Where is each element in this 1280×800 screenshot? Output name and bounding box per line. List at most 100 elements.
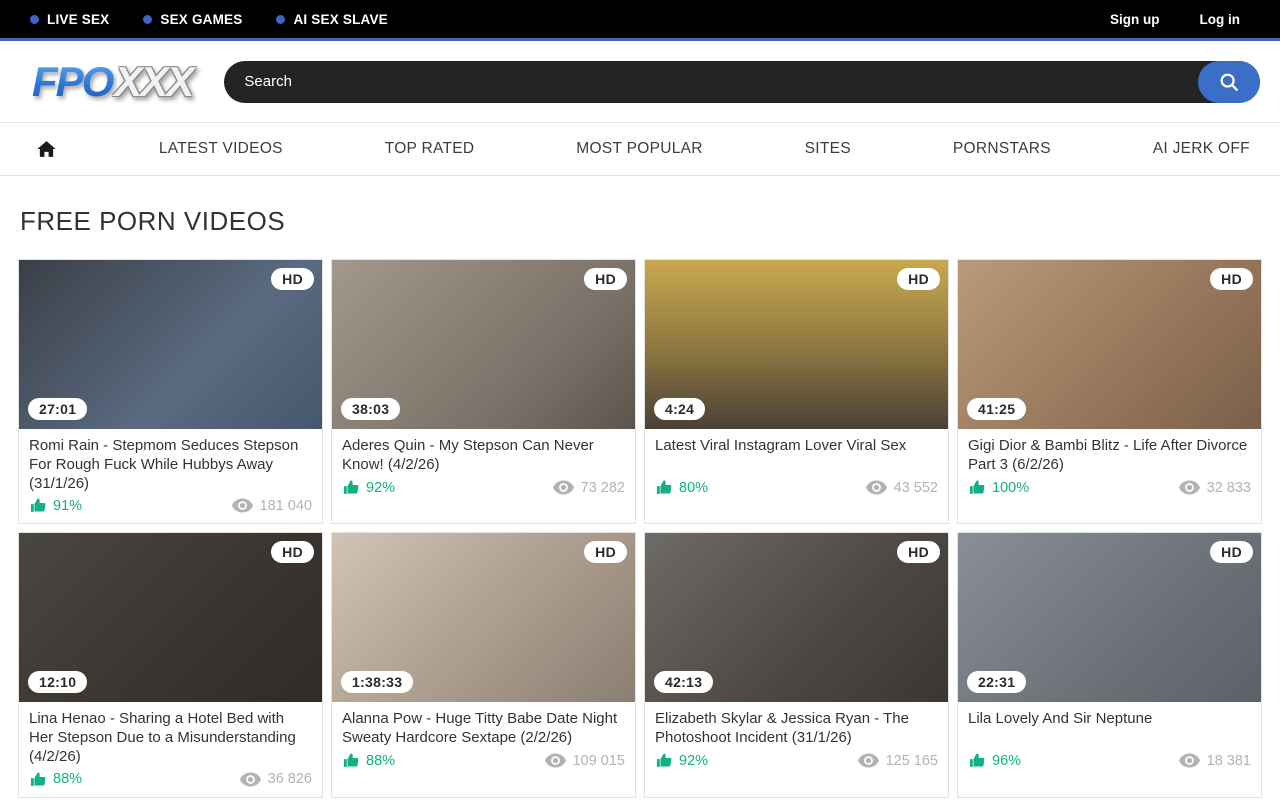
nav-item-most-popular[interactable]: MOST POPULAR [576,140,702,158]
hd-badge: HD [1210,268,1253,290]
hd-badge: HD [271,268,314,290]
like-percentage: 88% [366,753,395,769]
video-thumbnail[interactable]: HD 42:13 [645,533,948,702]
video-card[interactable]: HD 27:01 Romi Rain - Stepmom Seduces Ste… [18,259,323,524]
nav-item-latest-videos[interactable]: LATEST VIDEOS [159,140,283,158]
view-count-value: 36 826 [268,771,312,787]
logo-text-fpo: FPO [32,58,114,106]
nav-item-top-rated[interactable]: TOP RATED [385,140,475,158]
eye-icon [1179,753,1200,768]
view-count: 181 040 [232,498,312,514]
video-card[interactable]: HD 22:31 Lila Lovely And Sir Neptune 96%… [957,532,1262,797]
eye-icon [866,480,887,495]
topbar-link-live-sex[interactable]: LIVE SEX [30,12,109,27]
like-percentage: 96% [992,753,1021,769]
search-input[interactable] [224,61,1260,103]
video-thumbnail[interactable]: HD 38:03 [332,260,635,429]
video-card[interactable]: HD 12:10 Lina Henao - Sharing a Hotel Be… [18,532,323,797]
duration-badge: 12:10 [28,671,87,693]
video-info: Lila Lovely And Sir Neptune 96% 18 381 [958,702,1261,778]
like-percentage: 91% [53,498,82,514]
view-count: 125 165 [858,753,938,769]
topbar-link-label: LIVE SEX [47,12,109,27]
video-info: Alanna Pow - Huge Titty Babe Date Night … [332,702,635,778]
top-bar: LIVE SEX SEX GAMES AI SEX SLAVE Sign up … [0,0,1280,41]
search-button[interactable] [1198,61,1260,103]
topbar-auth: Sign up Log in [1110,12,1240,27]
like-percentage: 80% [679,480,708,496]
thumbs-up-icon [655,479,673,496]
thumbs-up-icon [968,479,986,496]
video-title[interactable]: Gigi Dior & Bambi Blitz - Life After Div… [968,437,1251,475]
video-thumbnail[interactable]: HD 22:31 [958,533,1261,702]
video-grid: HD 27:01 Romi Rain - Stepmom Seduces Ste… [18,259,1262,800]
like-rating: 92% [342,479,395,496]
video-info: Latest Viral Instagram Lover Viral Sex 8… [645,429,948,505]
video-card[interactable]: HD 38:03 Aderes Quin - My Stepson Can Ne… [331,259,636,524]
hd-badge: HD [584,268,627,290]
search-icon [1218,71,1240,93]
bullet-icon [276,15,285,24]
video-meta: 92% 125 165 [655,752,938,769]
duration-badge: 42:13 [654,671,713,693]
video-title[interactable]: Lila Lovely And Sir Neptune [968,710,1251,748]
search-bar [224,61,1260,103]
video-card[interactable]: HD 1:38:33 Alanna Pow - Huge Titty Babe … [331,532,636,797]
duration-badge: 38:03 [341,398,400,420]
eye-icon [553,480,574,495]
video-title[interactable]: Elizabeth Skylar & Jessica Ryan - The Ph… [655,710,938,748]
sign-up-link[interactable]: Sign up [1110,12,1160,27]
like-percentage: 88% [53,771,82,787]
video-card[interactable]: HD 4:24 Latest Viral Instagram Lover Vir… [644,259,949,524]
video-thumbnail[interactable]: HD 12:10 [19,533,322,702]
site-logo[interactable]: FPO XXX [32,58,192,106]
view-count: 73 282 [553,480,625,496]
home-icon [36,139,57,159]
like-rating: 80% [655,479,708,496]
video-card[interactable]: HD 41:25 Gigi Dior & Bambi Blitz - Life … [957,259,1262,524]
topbar-link-ai-sex-slave[interactable]: AI SEX SLAVE [276,12,387,27]
thumbs-up-icon [342,479,360,496]
main-nav: LATEST VIDEOS TOP RATED MOST POPULAR SIT… [0,122,1280,176]
eye-icon [232,498,253,513]
video-thumbnail[interactable]: HD 41:25 [958,260,1261,429]
view-count-value: 73 282 [581,480,625,496]
main-content: FREE PORN VIDEOS HD 27:01 Romi Rain - St… [0,176,1280,800]
video-thumbnail[interactable]: HD 1:38:33 [332,533,635,702]
hd-badge: HD [584,541,627,563]
view-count-value: 181 040 [260,498,312,514]
video-title[interactable]: Aderes Quin - My Stepson Can Never Know!… [342,437,625,475]
like-percentage: 92% [679,753,708,769]
nav-item-pornstars[interactable]: PORNSTARS [953,140,1051,158]
duration-badge: 27:01 [28,398,87,420]
video-card[interactable]: HD 42:13 Elizabeth Skylar & Jessica Ryan… [644,532,949,797]
view-count-value: 125 165 [886,753,938,769]
nav-item-sites[interactable]: SITES [805,140,851,158]
nav-item-ai-jerk-off[interactable]: AI JERK OFF [1153,140,1250,158]
video-title[interactable]: Alanna Pow - Huge Titty Babe Date Night … [342,710,625,748]
video-thumbnail[interactable]: HD 4:24 [645,260,948,429]
logo-text-xxx: XXX [114,58,192,106]
topbar-link-label: AI SEX SLAVE [293,12,387,27]
video-title[interactable]: Latest Viral Instagram Lover Viral Sex [655,437,938,475]
duration-badge: 1:38:33 [341,671,413,693]
view-count-value: 32 833 [1207,480,1251,496]
log-in-link[interactable]: Log in [1200,12,1241,27]
hd-badge: HD [897,268,940,290]
topbar-links: LIVE SEX SEX GAMES AI SEX SLAVE [30,12,388,27]
video-title[interactable]: Lina Henao - Sharing a Hotel Bed with He… [29,710,312,766]
video-title[interactable]: Romi Rain - Stepmom Seduces Stepson For … [29,437,312,493]
video-meta: 88% 109 015 [342,752,625,769]
duration-badge: 4:24 [654,398,705,420]
thumbs-up-icon [342,752,360,769]
hd-badge: HD [897,541,940,563]
video-thumbnail[interactable]: HD 27:01 [19,260,322,429]
topbar-link-sex-games[interactable]: SEX GAMES [143,12,242,27]
like-rating: 100% [968,479,1029,496]
thumbs-up-icon [29,771,47,788]
video-info: Romi Rain - Stepmom Seduces Stepson For … [19,429,322,523]
video-meta: 88% 36 826 [29,771,312,788]
topbar-link-label: SEX GAMES [160,12,242,27]
like-rating: 92% [655,752,708,769]
nav-item-home[interactable] [36,139,57,159]
